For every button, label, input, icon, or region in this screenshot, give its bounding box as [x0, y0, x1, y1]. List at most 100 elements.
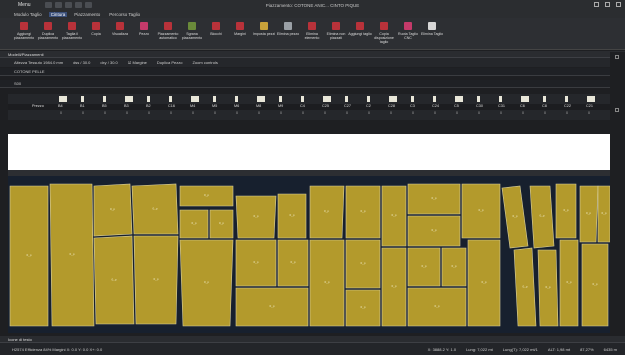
strip-piece-label[interactable]: M6 — [234, 104, 239, 108]
strip-piece-label[interactable]: B1 — [80, 104, 85, 108]
strip-piece-label[interactable]: M5 — [212, 104, 217, 108]
piece-thumbnail[interactable] — [477, 96, 480, 102]
strip-piece-label[interactable]: B5 — [102, 104, 107, 108]
zoom-controls-toggle[interactable]: Zoom controls — [192, 60, 217, 65]
blocks-icon — [212, 22, 220, 30]
ribbon-button-13[interactable]: Elimina non piazzati — [324, 18, 348, 49]
title-bar: Menu Piazzamento: COTONE ANIC... CINTO P… — [0, 0, 625, 10]
marker-canvas[interactable]: 0_p 0_p 0_p 0_p 0_p 0_p 0_p 0_p 0_p 0_p 0_p 0_p 0_p 0… — [8, 176, 610, 333]
ribbon-button-9[interactable]: Margini — [228, 18, 252, 49]
ribbon-button-15[interactable]: Copia disposizione taglio — [372, 18, 396, 49]
piece-thumbnail[interactable] — [147, 96, 150, 102]
ribbon-button-17[interactable]: Elimina Taglio — [420, 18, 444, 49]
ribbon-button-2[interactable]: Taglia il piazzamento — [60, 18, 84, 49]
piece-thumbnail[interactable] — [433, 96, 436, 102]
strip-piece-label[interactable]: B3 — [124, 104, 129, 108]
strip-piece-label[interactable]: C28 — [388, 104, 395, 108]
piece-thumbnail[interactable] — [81, 96, 84, 102]
strip-piece-label[interactable]: C21 — [586, 104, 593, 108]
marker-overview[interactable] — [8, 134, 610, 170]
strip-piece-label[interactable]: C22 — [564, 104, 571, 108]
ribbon-button-5[interactable]: Pezzo — [132, 18, 156, 49]
strip-piece-label[interactable]: B2 — [146, 104, 151, 108]
ribbon-button-8[interactable]: Blocchi — [204, 18, 228, 49]
piece-thumbnail[interactable] — [103, 96, 106, 102]
piece-thumbnail[interactable] — [565, 96, 568, 102]
strip-piece-label[interactable]: C6 — [520, 104, 525, 108]
ribbon-button-label: Blocchi — [210, 32, 222, 36]
ribbon-button-0[interactable]: Aggiungi piazzamento — [12, 18, 36, 49]
strip-piece-count: 0 — [368, 111, 370, 115]
strip-piece-label[interactable]: C30 — [476, 104, 483, 108]
piece-thumbnail[interactable] — [499, 96, 502, 102]
tab-cintura[interactable]: Cintura — [48, 11, 68, 17]
strip-piece-label[interactable]: C4 — [300, 104, 305, 108]
piece-thumbnail[interactable] — [345, 96, 348, 102]
piece-thumbnail[interactable] — [455, 96, 463, 102]
pin-icon[interactable] — [615, 108, 619, 112]
piece-thumbnail[interactable] — [367, 96, 370, 102]
piece-label: 0_p — [219, 221, 224, 225]
piece-label: 0_p — [481, 280, 486, 284]
strip-piece-label[interactable]: C31 — [498, 104, 505, 108]
window-controls — [594, 2, 621, 7]
strip-piece-label[interactable]: C2 — [366, 104, 371, 108]
ribbon-button-10[interactable]: Imposta pezzi — [252, 18, 276, 49]
piece-thumbnail[interactable] — [411, 96, 414, 102]
strip-piece-count: 0 — [522, 111, 524, 115]
pin-icon[interactable] — [615, 55, 619, 59]
strip-piece-label[interactable]: C5 — [454, 104, 459, 108]
strip-piece-label[interactable]: C8 — [542, 104, 547, 108]
piece-thumbnail[interactable] — [257, 96, 265, 102]
piece-label: 0_p — [586, 211, 591, 215]
piece-thumbnail[interactable] — [587, 96, 595, 102]
piece-thumbnail[interactable] — [169, 96, 172, 102]
piece-thumbnail[interactable] — [191, 96, 199, 102]
ribbon-button-1[interactable]: Duplica piazzamento — [36, 18, 60, 49]
minimize-icon[interactable] — [594, 2, 599, 7]
ribbon-button-label: Pezzo — [139, 32, 149, 36]
strip-piece-label[interactable]: C24 — [432, 104, 439, 108]
ribbon-button-16[interactable]: Ruota Taglio CNC — [396, 18, 420, 49]
piece-thumbnail[interactable] — [323, 96, 331, 102]
strip-piece-label[interactable]: C25 — [322, 104, 329, 108]
strip-piece-count: 0 — [104, 111, 106, 115]
strip-piece-label[interactable]: M8 — [256, 104, 261, 108]
piece-thumbnail[interactable] — [279, 96, 282, 102]
dss-field[interactable]: dss / 30.0 — [73, 60, 90, 65]
dxy-field[interactable]: dxy / 30.0 — [100, 60, 117, 65]
piece-thumbnail[interactable] — [389, 96, 397, 102]
tab-percorso-taglio[interactable]: Percorso Taglio — [107, 12, 142, 17]
ribbon-button-7[interactable]: Sgrana piazzamento — [180, 18, 204, 49]
close-icon[interactable] — [616, 2, 621, 7]
ribbon-button-6[interactable]: Piazzamento automatico — [156, 18, 180, 49]
ribbon-button-3[interactable]: Copia — [84, 18, 108, 49]
strip-piece-count: 0 — [82, 111, 84, 115]
strip-piece-label[interactable]: M4 — [190, 104, 195, 108]
piece-thumbnail[interactable] — [543, 96, 546, 102]
duplicate-piece-toggle[interactable]: Duplica Pezzo — [157, 60, 183, 65]
strip-piece-label[interactable]: B4 — [58, 104, 63, 108]
strip-piece-label[interactable]: C3 — [410, 104, 415, 108]
piece-thumbnail[interactable] — [235, 96, 238, 102]
ribbon-button-label: Taglia il piazzamento — [61, 32, 83, 41]
piece-thumbnail[interactable] — [301, 96, 304, 102]
maximize-icon[interactable] — [605, 2, 610, 7]
ribbon-button-4[interactable]: Visualizza — [108, 18, 132, 49]
margin-checkbox[interactable]: ☑ Margine — [128, 60, 147, 65]
ribbon-button-11[interactable]: Elimina pezzo — [276, 18, 300, 49]
strip-piece-label[interactable]: C27 — [344, 104, 351, 108]
marker-layout[interactable]: 0_p 0_p 0_p 0_p 0_p 0_p 0_p 0_p 0_p 0_p 0_p 0_p 0_p 0… — [8, 176, 610, 333]
strip-piece-label[interactable]: C16 — [168, 104, 175, 108]
piece-thumbnail[interactable] — [59, 96, 67, 102]
ribbon-button-12[interactable]: Elimina elemento — [300, 18, 324, 49]
strip-piece-label[interactable]: M9 — [278, 104, 283, 108]
piece-thumbnail[interactable] — [125, 96, 133, 102]
right-panel-gutter — [610, 52, 625, 342]
piece-label: 0_p — [512, 214, 517, 218]
tab-modulo-taglio[interactable]: Modulo Taglio — [12, 12, 44, 17]
tab-piazzamento[interactable]: Piazzamento — [72, 12, 102, 17]
piece-thumbnail[interactable] — [521, 96, 529, 102]
piece-thumbnail[interactable] — [213, 96, 216, 102]
ribbon-button-14[interactable]: Aggiungi taglio — [348, 18, 372, 49]
